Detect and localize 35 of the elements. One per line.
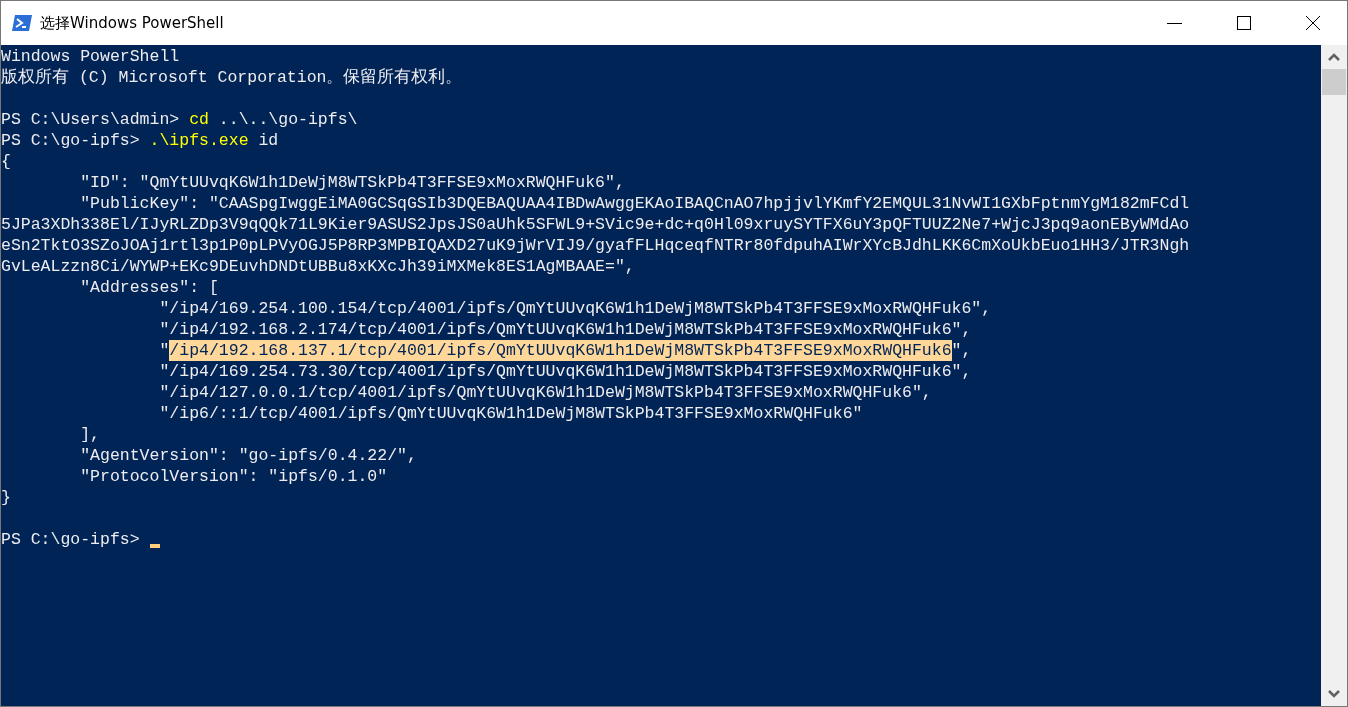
output-text: "/ip4/192.168.2.174/tcp/4001/ipfs/QmYtUUvqK6W1h1DeWjM8WTSkPb4T3FFSE9xMoxRWQHFuk6", [158, 319, 972, 340]
command-text: .\ipfs.exe [149, 130, 249, 151]
output-text: { [1, 151, 11, 172]
output-text: " [158, 340, 170, 361]
output-text: eSn2TktO3SZoJOAj1rtl3p1P0pLPVyOGJ5P8RP3MPBIQAXD27uK9jWrVIJ9/gyafFLHqceqfNTRr80fdpuhAIWrXYcBJdhLKK6CmXoUkbEuo1HH3/JTR3Ngh [1, 235, 1190, 256]
maximize-icon [1235, 15, 1252, 31]
prompt-text: PS C:\go-ipfs> [1, 130, 141, 151]
output-text: "/ip6/::1/tcp/4001/ipfs/QmYtUUvqK6W1h1DeWjM8WTSkPb4T3FFSE9xMoxRWQHFuk6" [158, 403, 863, 424]
output-text: 版权所有 (C) Microsoft Corporation。保留所有权利。 [1, 67, 463, 88]
output-text: 5JPa3XDh338El/IJyRLZDp3V9qQQk71L9Kier9ASUS2JpsJS0aUhk5SFWL9+SVic9e+dc+q0Hl09xruySYTFX6uY3pQFTUUZ2Ne7+WjcJ3pq9aonEByWMdAo [1, 214, 1190, 235]
output-text: ], [79, 424, 101, 445]
output-text: "PublicKey": "CAASpgIwggEiMA0GCSqGSIb3DQEBAQUAA4IBDwAwggEKAoIBAQCnAO7hpjjvlYKmfY2EMQUL31NvWI1GXbFptnmYgM182mFCdl [79, 193, 1190, 214]
prompt-text: PS C:\Users\admin> [1, 109, 181, 130]
output-text: "ID": "QmYtUUvqK6W1h1DeWjM8WTSkPb4T3FFSE9xMoxRWQHFuk6", [79, 172, 625, 193]
selected-text: /ip4/192.168.137.1/tcp/4001/ipfs/QmYtUUvqK6W1h1DeWjM8WTSkPb4T3FFSE9xMoxRWQHFuk6 [169, 340, 952, 361]
output-text: "Addresses": [ [79, 277, 219, 298]
close-icon [1304, 15, 1321, 31]
output-text: GvLeALzzn8Ci/WYWP+EKc9DEuvhDNDtUBBu8xKXcJh39iMXMek8ES1AgMBAAE=", [1, 256, 635, 277]
output-text: "AgentVersion": "go-ipfs/0.4.22/", [79, 445, 417, 466]
prompt-text: PS C:\go-ipfs> [1, 529, 141, 550]
scrollbar[interactable] [1321, 45, 1347, 706]
argument-text: id [257, 130, 279, 151]
output-text: "/ip4/169.254.73.30/tcp/4001/ipfs/QmYtUUvqK6W1h1DeWjM8WTSkPb4T3FFSE9xMoxRWQHFuk6", [158, 361, 972, 382]
scrollbar-thumb[interactable] [1322, 69, 1346, 95]
output-text: ", [951, 340, 972, 361]
output-text: "/ip4/169.254.100.154/tcp/4001/ipfs/QmYtUUvqK6W1h1DeWjM8WTSkPb4T3FFSE9xMoxRWQHFuk6", [158, 298, 992, 319]
command-text: cd [189, 109, 209, 130]
output-text: "/ip4/127.0.0.1/tcp/4001/ipfs/QmYtUUvqK6W1h1DeWjM8WTSkPb4T3FFSE9xMoxRWQHFuk6", [158, 382, 932, 403]
window-title: 选择Windows PowerShell [40, 13, 224, 33]
argument-text: ..\..\go-ipfs\ [217, 109, 358, 130]
output-text: Windows PowerShell [1, 46, 180, 67]
terminal-icon [11, 12, 33, 34]
minimize-icon [1167, 22, 1182, 24]
output-text: "ProtocolVersion": "ipfs/0.1.0" [79, 466, 388, 487]
output-text: } [1, 487, 11, 508]
